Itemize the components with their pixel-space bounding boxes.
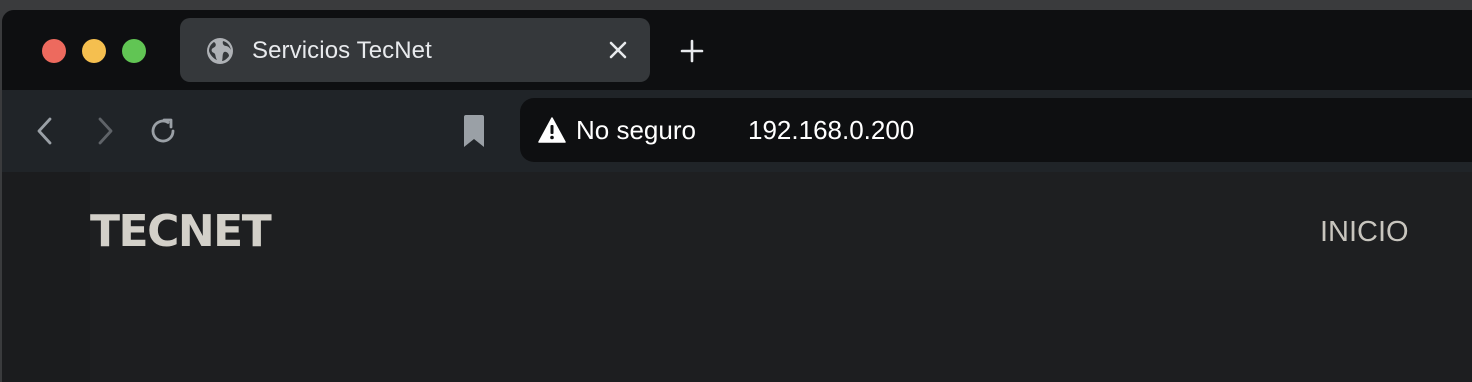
browser-window: Servicios TecNet No seguro 192.168.0.200…: [2, 10, 1472, 382]
browser-toolbar: No seguro 192.168.0.200: [2, 90, 1472, 172]
new-tab-button[interactable]: [680, 39, 704, 63]
back-button[interactable]: [28, 114, 62, 148]
tab-title: Servicios TecNet: [252, 37, 432, 64]
reload-button[interactable]: [146, 114, 180, 148]
tab-strip: Servicios TecNet: [2, 10, 1472, 90]
bookmark-icon[interactable]: [462, 114, 486, 148]
warning-icon[interactable]: [538, 117, 566, 143]
close-window-button[interactable]: [42, 39, 66, 63]
site-content: [90, 290, 1472, 382]
nav-link-inicio[interactable]: INICIO: [1320, 216, 1409, 249]
site-logo[interactable]: TECNET: [90, 206, 272, 257]
close-tab-icon[interactable]: [608, 40, 628, 60]
forward-button[interactable]: [88, 114, 122, 148]
security-status-label[interactable]: No seguro: [576, 115, 696, 146]
maximize-window-button[interactable]: [122, 39, 146, 63]
url-text[interactable]: 192.168.0.200: [748, 115, 914, 146]
address-bar[interactable]: No seguro 192.168.0.200: [520, 98, 1472, 162]
tab-servicios-tecnet[interactable]: Servicios TecNet: [180, 18, 650, 82]
site-header: TECNET INICIO: [90, 172, 1472, 290]
minimize-window-button[interactable]: [82, 39, 106, 63]
page-viewport: TECNET INICIO: [2, 172, 1472, 382]
globe-icon: [207, 38, 233, 64]
